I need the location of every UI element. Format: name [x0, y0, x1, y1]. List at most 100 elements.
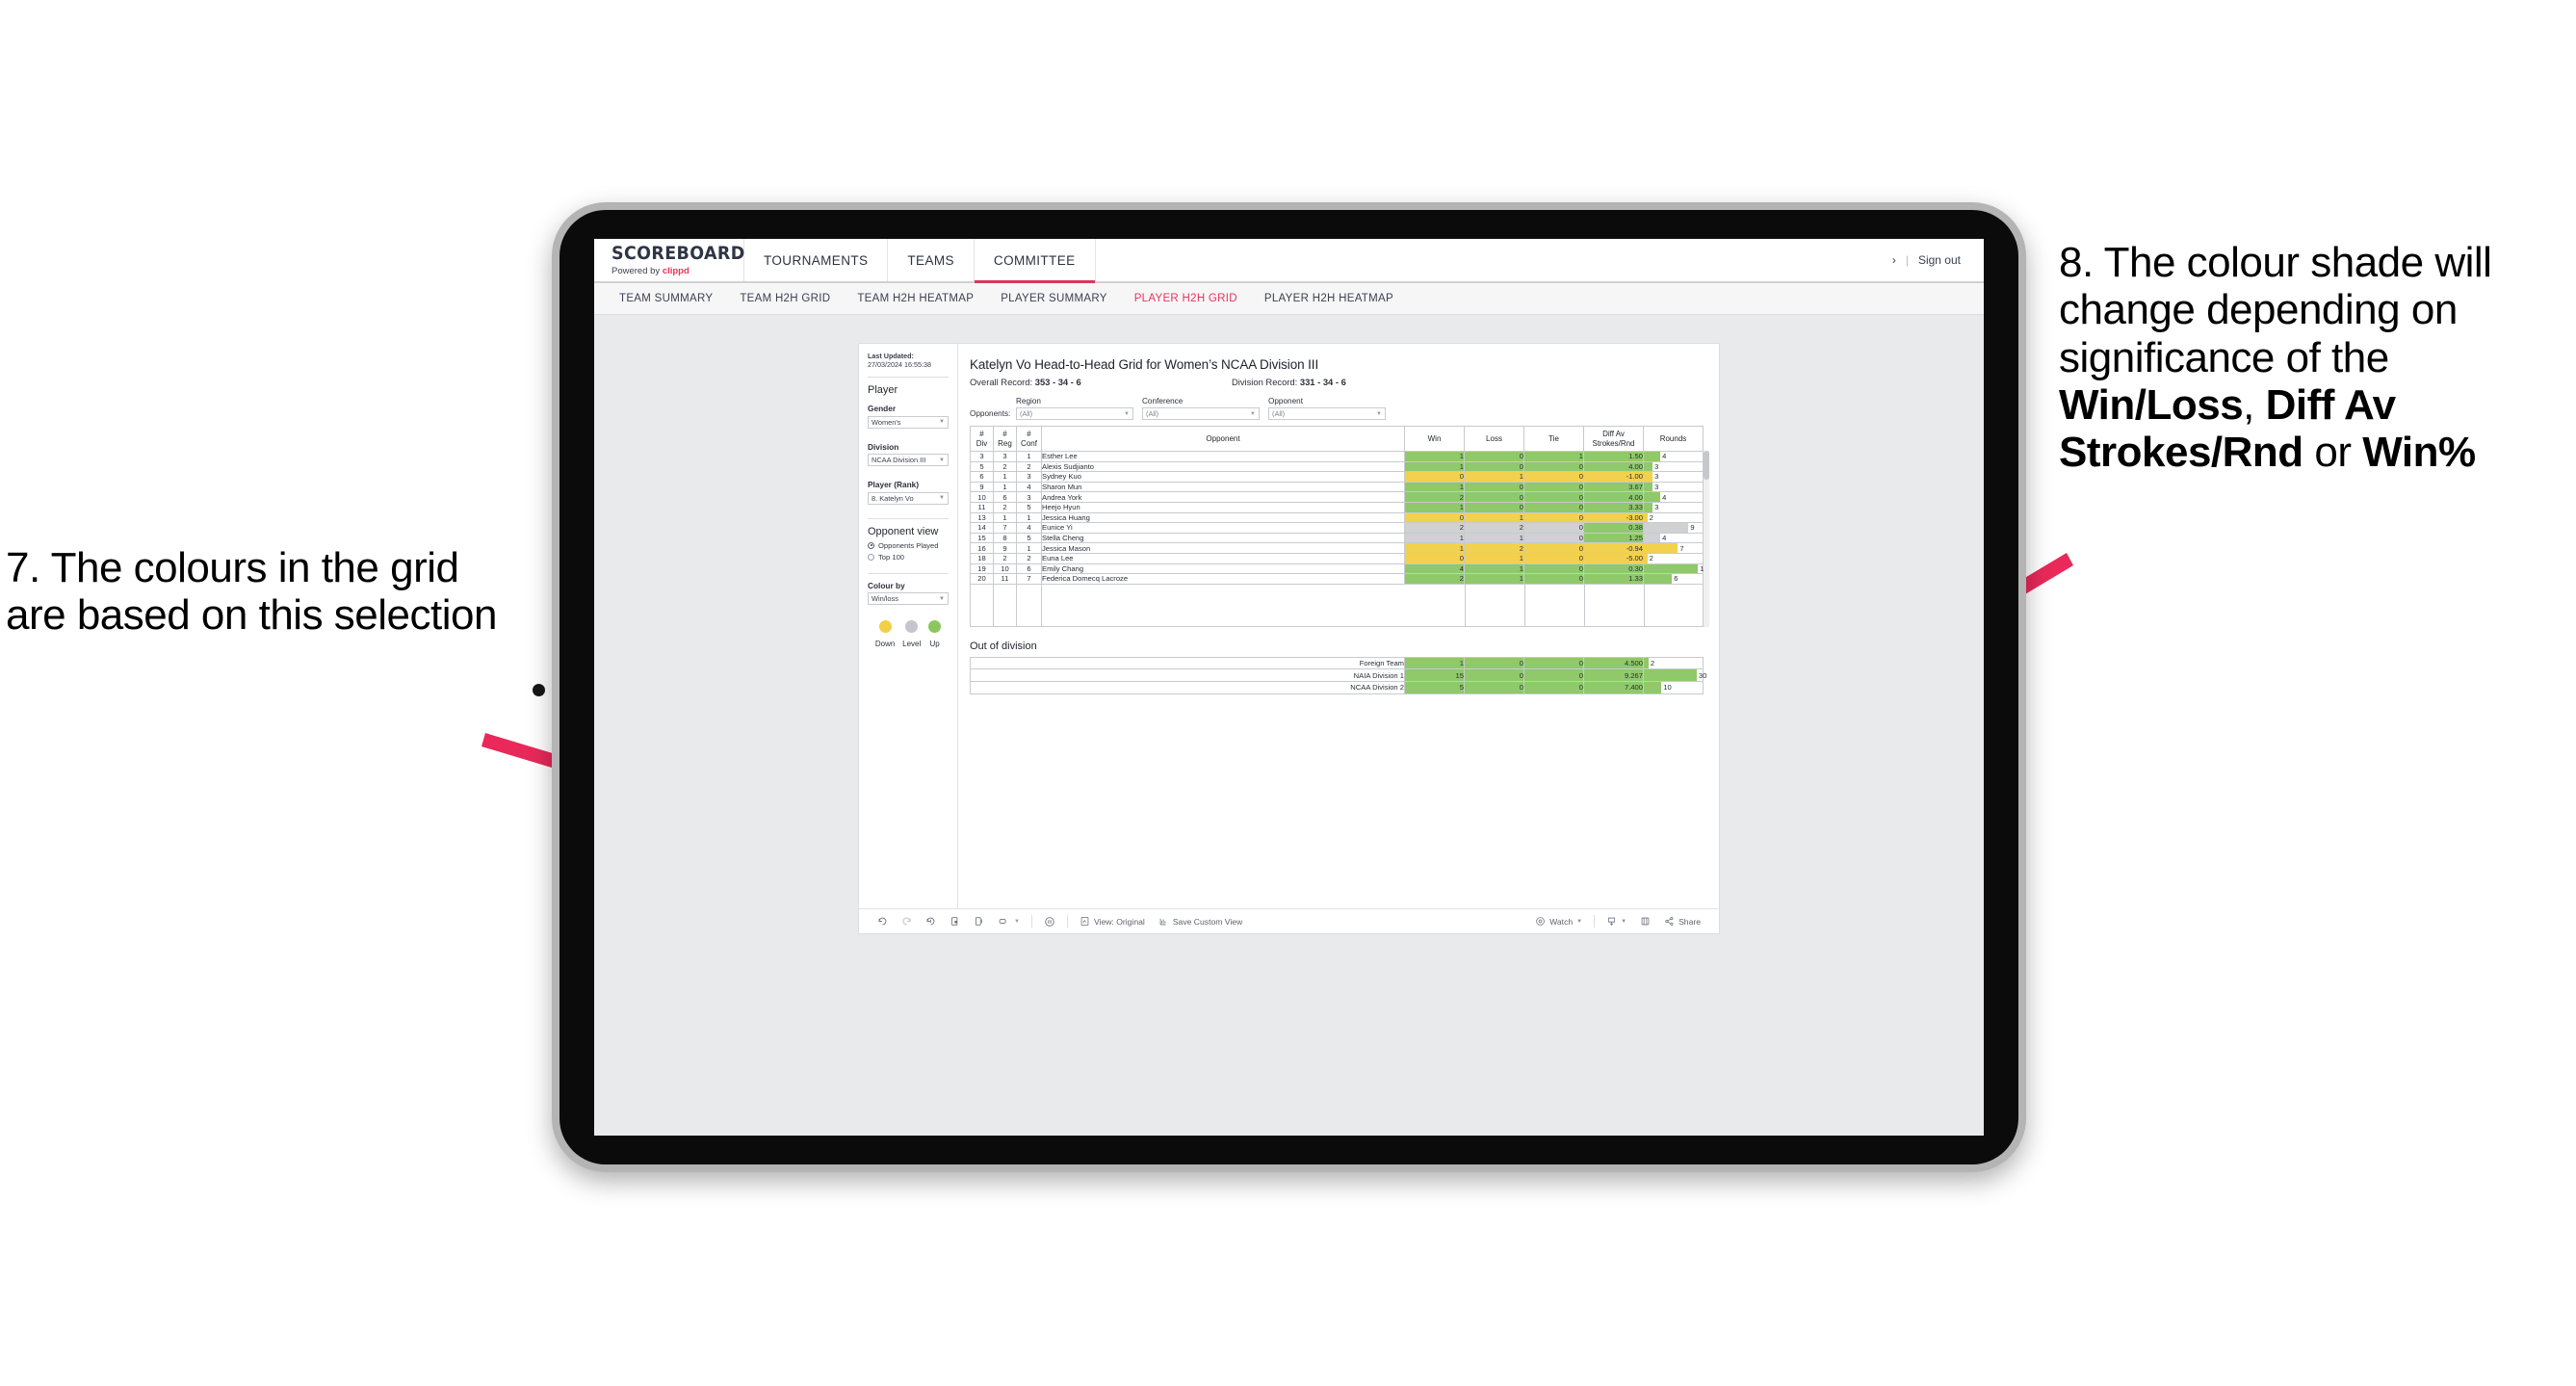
cell-reg: 1 [993, 471, 1017, 483]
rounds-value: 30 [1698, 670, 1707, 680]
grid-scrollbar-thumb[interactable] [1704, 451, 1709, 480]
cell-tie: 0 [1523, 552, 1584, 564]
tablet-screen: SCOREBOARD Powered by clippd TOURNAMENTS… [594, 239, 1984, 1136]
rounds-value: 3 [1654, 503, 1659, 512]
rounds-value: 4 [1662, 534, 1667, 543]
col-conf-l2: Conf [1021, 438, 1037, 448]
table-row[interactable]: 9 1 4 Sharon Mun 1 0 0 3.67 3 [970, 481, 1704, 493]
tab-team-h2h-grid[interactable]: TEAM H2H GRID [726, 293, 844, 304]
revert-button[interactable] [919, 916, 943, 927]
overall-record-value: 353 - 34 - 6 [1034, 377, 1081, 387]
table-row[interactable]: 20 11 7 Federica Domecq Lacroze 2 1 0 1.33 6 [970, 573, 1704, 585]
cell-diff: -0.94 [1583, 542, 1644, 554]
nav-item-committee[interactable]: COMMITTEE [974, 239, 1096, 283]
highlighter-button[interactable]: ▼ [991, 916, 1027, 927]
cell-loss: 0 [1464, 501, 1524, 513]
cell-opponent: Jessica Huang [1041, 511, 1405, 524]
cell-diff: 4.500 [1583, 656, 1644, 670]
overall-record: Overall Record: 353 - 34 - 6 [970, 377, 1232, 387]
radio-opponents-played[interactable]: Opponents Played [868, 541, 949, 550]
cell-conf: 4 [1016, 481, 1042, 493]
cell-loss: 0 [1464, 680, 1524, 694]
table-row[interactable]: 3 3 1 Esther Lee 1 0 1 1.50 4 [970, 451, 1704, 462]
filter-player-rank-select[interactable]: 8. Katelyn Vo ▼ [868, 491, 949, 505]
table-row[interactable]: 15 8 5 Stella Cheng 1 1 0 1.25 4 [970, 532, 1704, 544]
sign-out-link[interactable]: Sign out [1918, 253, 1961, 267]
share-label: Share [1678, 916, 1701, 927]
toolbar-divider-1 [1030, 915, 1032, 928]
redo-button[interactable] [895, 916, 919, 927]
opponent-filter-conference-label: Conference [1142, 397, 1184, 405]
filter-colour-by-select[interactable]: Win/loss ▼ [868, 592, 949, 606]
table-row[interactable]: 5 2 2 Alexis Sudjianto 1 0 0 4.00 3 [970, 460, 1704, 473]
rounds-bar [1644, 563, 1699, 574]
table-row[interactable]: 13 1 1 Jessica Huang 0 1 0 -3.00 2 [970, 511, 1704, 524]
cell-rounds: 3 [1643, 460, 1704, 473]
brand-subtitle-clippd: clippd [662, 265, 690, 276]
brand-logo[interactable]: SCOREBOARD Powered by clippd [594, 239, 744, 281]
cell-win: 15 [1404, 668, 1465, 682]
opponent-filter-region-select[interactable]: (All) ▼ [1016, 407, 1133, 420]
pause-auto-update-button[interactable] [1037, 916, 1062, 928]
tab-player-h2h-grid[interactable]: PLAYER H2H GRID [1121, 293, 1251, 304]
table-row[interactable]: 10 6 3 Andrea York 2 0 0 4.00 4 [970, 491, 1704, 503]
table-row[interactable]: 16 9 1 Jessica Mason 1 2 0 -0.94 7 [970, 542, 1704, 554]
cell-opponent: Andrea York [1041, 491, 1405, 503]
annotation-8-part1: 8. The colour shade will change dependin… [2059, 239, 2492, 381]
cell-loss: 1 [1464, 511, 1524, 524]
nav-item-tournaments[interactable]: TOURNAMENTS [744, 239, 889, 281]
table-row[interactable]: NAIA Division 1 15 0 0 9.267 30 [970, 668, 1707, 682]
fullscreen-button[interactable] [1633, 916, 1657, 927]
filter-gender-select[interactable]: Women's ▼ [868, 415, 949, 429]
table-row[interactable]: 14 7 4 Eunice Yi 2 2 0 0.38 9 [970, 522, 1704, 534]
cell-diff: -5.00 [1583, 552, 1644, 564]
chevron-right-icon[interactable]: › [1892, 253, 1896, 267]
grid-scrollbar[interactable] [1704, 451, 1709, 627]
filter-division-select[interactable]: NCAA Division III ▼ [868, 454, 949, 467]
radio-top-100-label: Top 100 [878, 552, 905, 562]
table-row[interactable]: 11 2 5 Heejo Hyun 1 0 0 3.33 3 [970, 501, 1704, 513]
cell-tie: 0 [1523, 542, 1584, 554]
filter-panel: Last Updated: 27/03/2024 16:55:38 Player… [859, 344, 958, 908]
viz-toolbar: ▼ View: Original Save Custom View Watch … [859, 908, 1719, 933]
table-row[interactable]: 6 1 3 Sydney Kuo 0 1 0 -1.00 3 [970, 471, 1704, 483]
tab-team-summary[interactable]: TEAM SUMMARY [606, 293, 726, 304]
share-button[interactable]: Share [1657, 916, 1707, 927]
opponent-filter-conference-select[interactable]: (All) ▼ [1142, 407, 1260, 420]
refresh-data-button[interactable] [943, 916, 967, 927]
panel-divider-1 [868, 377, 949, 379]
chevron-down-icon: ▼ [1124, 410, 1130, 417]
undo-button[interactable] [871, 916, 895, 927]
cell-loss: 1 [1464, 532, 1524, 544]
cell-opponent: Sharon Mun [1041, 481, 1405, 493]
radio-top-100[interactable]: Top 100 [868, 553, 949, 562]
save-custom-view-button[interactable]: Save Custom View [1152, 916, 1249, 927]
download-button[interactable]: ▼ [1600, 916, 1633, 927]
annotation-8-part2: , [2243, 380, 2266, 429]
tab-team-h2h-heatmap[interactable]: TEAM H2H HEATMAP [844, 293, 987, 304]
tab-player-h2h-heatmap[interactable]: PLAYER H2H HEATMAP [1251, 293, 1407, 304]
cell-rounds: 3 [1643, 501, 1704, 513]
pause-refresh-button[interactable] [967, 916, 991, 927]
cell-div: 20 [970, 573, 994, 585]
legend-level-swatch [905, 620, 919, 634]
cell-reg: 3 [993, 451, 1017, 462]
table-row[interactable]: 18 2 2 Euna Lee 0 1 0 -5.00 2 [970, 552, 1704, 564]
table-row[interactable]: Foreign Team 1 0 0 4.500 2 [970, 656, 1704, 670]
cell-win: 2 [1404, 573, 1465, 585]
cell-conf: 6 [1016, 562, 1042, 575]
nav-item-teams[interactable]: TEAMS [888, 239, 975, 281]
radio-opponents-played-label: Opponents Played [878, 540, 939, 550]
cell-div: 18 [970, 552, 994, 564]
tab-player-summary[interactable]: PLAYER SUMMARY [987, 293, 1121, 304]
cell-win: 5 [1404, 680, 1465, 694]
watch-button[interactable]: Watch ▼ [1528, 916, 1589, 927]
col-div-l2: Div [976, 438, 988, 448]
opponent-filter-opponent-select[interactable]: (All) ▼ [1268, 407, 1386, 420]
table-row[interactable]: 19106Emily Chang4100.3011 [970, 562, 1707, 575]
cell-opponent: Esther Lee [1041, 451, 1405, 462]
view-original-button[interactable]: View: Original [1073, 916, 1152, 927]
cell-conf: 1 [1016, 542, 1042, 554]
table-row[interactable]: NCAA Division 2 5 0 0 7.400 10 [970, 680, 1704, 694]
cell-conf: 4 [1016, 522, 1042, 534]
